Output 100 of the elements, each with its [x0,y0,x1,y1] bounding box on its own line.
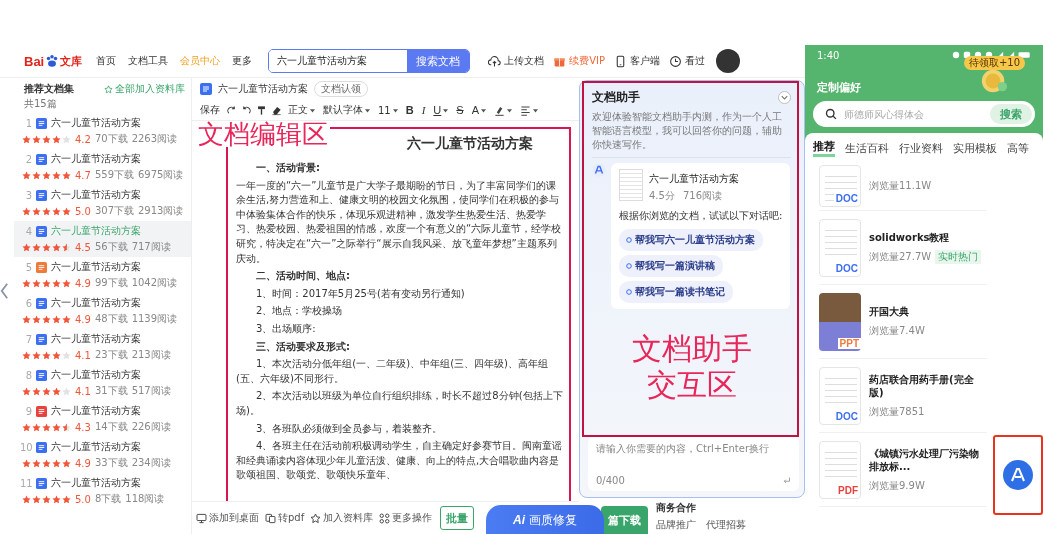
document-list-item[interactable]: 7 六一儿童节活动方案 4.1 23下载 213阅读 [14,329,191,365]
bold-button[interactable]: B [403,104,416,116]
logo-text[interactable]: 文库 [60,53,83,69]
clock-icon[interactable] [669,54,683,68]
monitor-icon[interactable] [196,512,207,524]
star-icon [42,278,51,288]
file-type-badge: DOC [833,192,860,204]
format-dropdown[interactable]: 默认字体 [321,103,372,117]
document-list-item[interactable]: 10 六一儿童节活动方案 4.9 33下载 234阅读 [14,437,191,473]
section-heading: 二、活动时间、地点: [255,269,351,284]
document-list-item[interactable]: PPT 开国大典 浏览量7.4W [819,285,987,359]
document-list-item[interactable]: 5 六一儿童节活动方案 4.9 99下载 1042阅读 [14,257,191,293]
download-count: 31下载 [94,384,128,398]
document-list-item[interactable]: 11 六一儿童节活动方案 5.0 8下载 118阅读 [14,473,191,509]
document-list-item[interactable]: DOC 药店联合用药手册(完全版) 浏览量7851 [819,359,987,433]
align-button[interactable] [518,104,540,116]
action-link[interactable]: 添加到桌面 [209,511,259,525]
nav-link[interactable]: 更多 [232,54,253,68]
document-file-icon [36,153,47,165]
star-icon [42,314,51,324]
header-link[interactable]: 看过 [685,54,706,68]
action-link[interactable]: 加入资料库 [323,511,374,525]
header-link[interactable]: 客户端 [630,54,661,68]
view-count: 浏览量7.4W [869,324,925,338]
highlight-button[interactable] [492,104,514,116]
save-button[interactable]: 保存 [198,103,222,117]
star-icon [42,494,51,504]
strike-button[interactable]: S [454,104,466,116]
header-link[interactable]: 上传文档 [504,54,545,68]
read-count: 213阅读 [131,348,171,362]
view-count: 浏览量27.7W [869,250,932,264]
format-dropdown[interactable]: 11 [376,104,400,116]
list-item: 1、本次活动分低年组(一、二年级)、中年组(三、四年级)、高年组(五、六年级)不同形行。 [236,357,549,386]
document-file-icon [36,477,47,489]
read-count: 1042阅读 [131,276,178,290]
panel-title: 文档助手 [592,89,640,106]
star-icon [32,350,41,360]
file-type-badge: PDF [836,484,860,496]
category-tab[interactable]: 推荐 [813,139,835,157]
document-list-item[interactable]: 1 六一儿童节活动方案 4.2 70下载 2263阅读 [14,113,191,149]
message-input[interactable]: 请输入你需要的内容，Ctrl+Enter换行 [596,442,791,475]
format-painter-icon[interactable] [256,104,267,116]
read-count: 234阅读 [131,456,171,470]
avatar[interactable] [716,49,741,73]
document-title: 开国大典 [869,305,910,318]
star-icon [22,494,31,504]
download-count: 14下载 [94,420,128,434]
convert-icon[interactable] [265,512,276,524]
star-icon [62,458,71,468]
document-list-item[interactable]: 6 六一儿童节活动方案 4.9 48下载 1139阅读 [14,293,191,329]
search-button[interactable]: 搜索文档 [407,50,470,72]
assistant-avatar-icon [592,163,606,177]
format-dropdown[interactable]: 正文 [286,103,317,117]
star-icon [52,458,61,468]
search-field[interactable]: 六一儿童节活动方案 搜索文档 [268,49,471,73]
category-tab[interactable]: 行业资料 [899,139,943,157]
italic-button[interactable]: I [419,104,428,116]
category-tab[interactable]: 生活百科 [845,139,889,157]
eraser-icon[interactable] [271,104,282,116]
underline-button[interactable]: U [431,104,451,116]
list-item: 2、地点：学校操场 [255,304,344,319]
message-field[interactable]: 请输入你需要的内容，Ctrl+Enter换行 0/400 [588,437,799,491]
paw-icon [45,54,60,68]
action-link[interactable]: 转pdf [278,511,305,525]
file-type-badge: DOC [833,262,860,274]
caret-icon [392,107,398,113]
document-list-item[interactable]: PDF 《城镇污水处理厂污染物排放标... 浏览量9.9W [819,433,987,507]
download-count: 56下载 [94,240,128,254]
cloud-upload-icon[interactable] [488,54,502,68]
reward-badge[interactable]: 待领取+10 [963,56,1025,70]
document-list-item[interactable]: 9 六一儿童节活动方案 4.3 14下载 226阅读 [14,401,191,437]
star-icon [62,170,71,180]
grid-icon[interactable] [379,512,391,524]
section-heading: 一、活动背景: [255,161,321,175]
star-outline-icon[interactable] [310,512,322,524]
action-link[interactable]: 更多操作 [392,511,433,525]
undo-icon[interactable] [241,104,252,116]
document-list-item[interactable]: 8 六一儿童节活动方案 4.1 31下载 517阅读 [14,365,191,401]
logo-text[interactable]: Bai [24,53,45,69]
category-tab[interactable]: 高等 [1007,139,1029,157]
read-count: 6975阅读 [138,168,184,182]
category-tab[interactable]: 实用模板 [953,139,997,157]
footer-link[interactable]: 代理招募 [706,518,746,532]
assistant-logo-icon[interactable] [1003,460,1033,490]
redo-icon[interactable] [226,104,237,116]
color-button[interactable]: A [469,104,488,116]
item-number: 9 [24,405,32,417]
footer-link[interactable]: 品牌推广 [656,518,696,532]
nav-link[interactable]: 文档工具 [128,54,169,68]
document-list-item[interactable]: 3 六一儿童节活动方案 5.0 307下载 2913阅读 [14,185,191,221]
star-icon [22,206,31,216]
chevron-left-icon[interactable] [0,281,9,301]
nav-link[interactable]: 首页 [96,54,117,68]
collapse-icon[interactable] [778,91,791,104]
document-list-item[interactable]: DOC solidworks教程 浏览量27.7W 实时热门 [819,211,987,285]
download-count: 23下载 [94,348,128,362]
document-list-item[interactable]: 2 六一儿童节活动方案 4.7 559下载 6975阅读 [14,149,191,185]
item-number: 2 [24,153,32,165]
ai-enhance-button[interactable]: Ai 画质修复 [486,505,604,534]
document-list-item[interactable]: DOC 浏览量11.1W [819,161,987,211]
